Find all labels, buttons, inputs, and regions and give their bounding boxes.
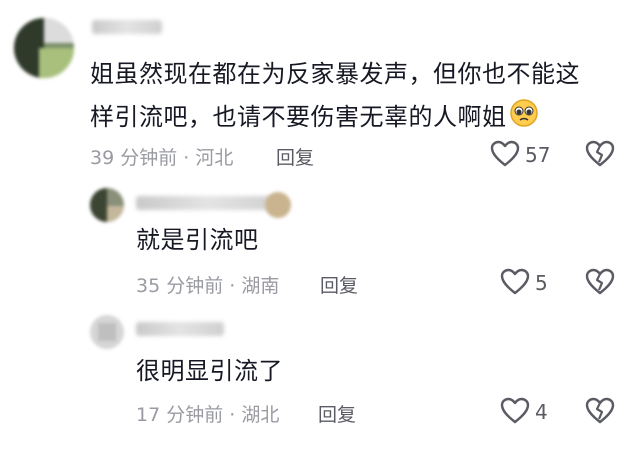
reply-button[interactable]: 回复: [318, 400, 356, 427]
comment-text-line-2: 样引流吧，也请不要伤害无辜的人啊姐: [90, 98, 539, 138]
avatar[interactable]: [14, 18, 74, 78]
reply-meta: 17 分钟前 · 湖北: [136, 400, 279, 427]
pleading-face-icon: [509, 98, 539, 138]
reply-item: 就是引流吧 35 分钟前 · 湖南 回复 5: [0, 180, 640, 305]
comment-location: 河北: [195, 147, 234, 169]
username[interactable]: [136, 322, 224, 336]
broken-heart-icon[interactable]: [585, 140, 615, 168]
like-count: 57: [525, 143, 551, 167]
avatar[interactable]: [90, 315, 124, 349]
username[interactable]: [92, 20, 162, 34]
reply-location: 湖北: [241, 404, 280, 426]
reply-text: 就是引流吧: [136, 226, 259, 254]
comment-item: 姐虽然现在都在为反家暴发声，但你也不能这 样引流吧，也请不要伤害无辜的人啊姐 3…: [0, 0, 640, 180]
meta-separator: ·: [223, 404, 242, 426]
reply-item: 很明显引流了 17 分钟前 · 湖北 回复 4: [0, 305, 640, 450]
heart-outline-icon[interactable]: [500, 397, 530, 425]
reply-meta: 35 分钟前 · 湖南: [136, 271, 279, 298]
comment-meta: 39 分钟前 · 河北: [90, 143, 233, 170]
reply-button[interactable]: 回复: [276, 143, 314, 170]
heart-outline-icon[interactable]: [490, 140, 520, 168]
broken-heart-icon[interactable]: [585, 397, 615, 425]
reply-time: 35 分钟前: [136, 275, 224, 297]
reply-text: 很明显引流了: [136, 357, 283, 385]
meta-separator: ·: [177, 147, 196, 169]
reply-button[interactable]: 回复: [320, 271, 358, 298]
comment-time: 39 分钟前: [90, 147, 178, 169]
heart-outline-icon[interactable]: [500, 268, 530, 296]
reply-location: 湖南: [241, 275, 280, 297]
comment-text-line-2-content: 样引流吧，也请不要伤害无辜的人啊姐: [90, 103, 507, 131]
reply-time: 17 分钟前: [136, 404, 224, 426]
username[interactable]: [136, 196, 281, 210]
comment-text-line-1: 姐虽然现在都在为反家暴发声，但你也不能这: [90, 60, 580, 88]
replied-user-avatar: [265, 192, 291, 218]
like-count: 4: [535, 400, 548, 424]
like-count: 5: [535, 271, 548, 295]
meta-separator: ·: [223, 275, 242, 297]
avatar[interactable]: [90, 188, 124, 222]
broken-heart-icon[interactable]: [585, 268, 615, 296]
